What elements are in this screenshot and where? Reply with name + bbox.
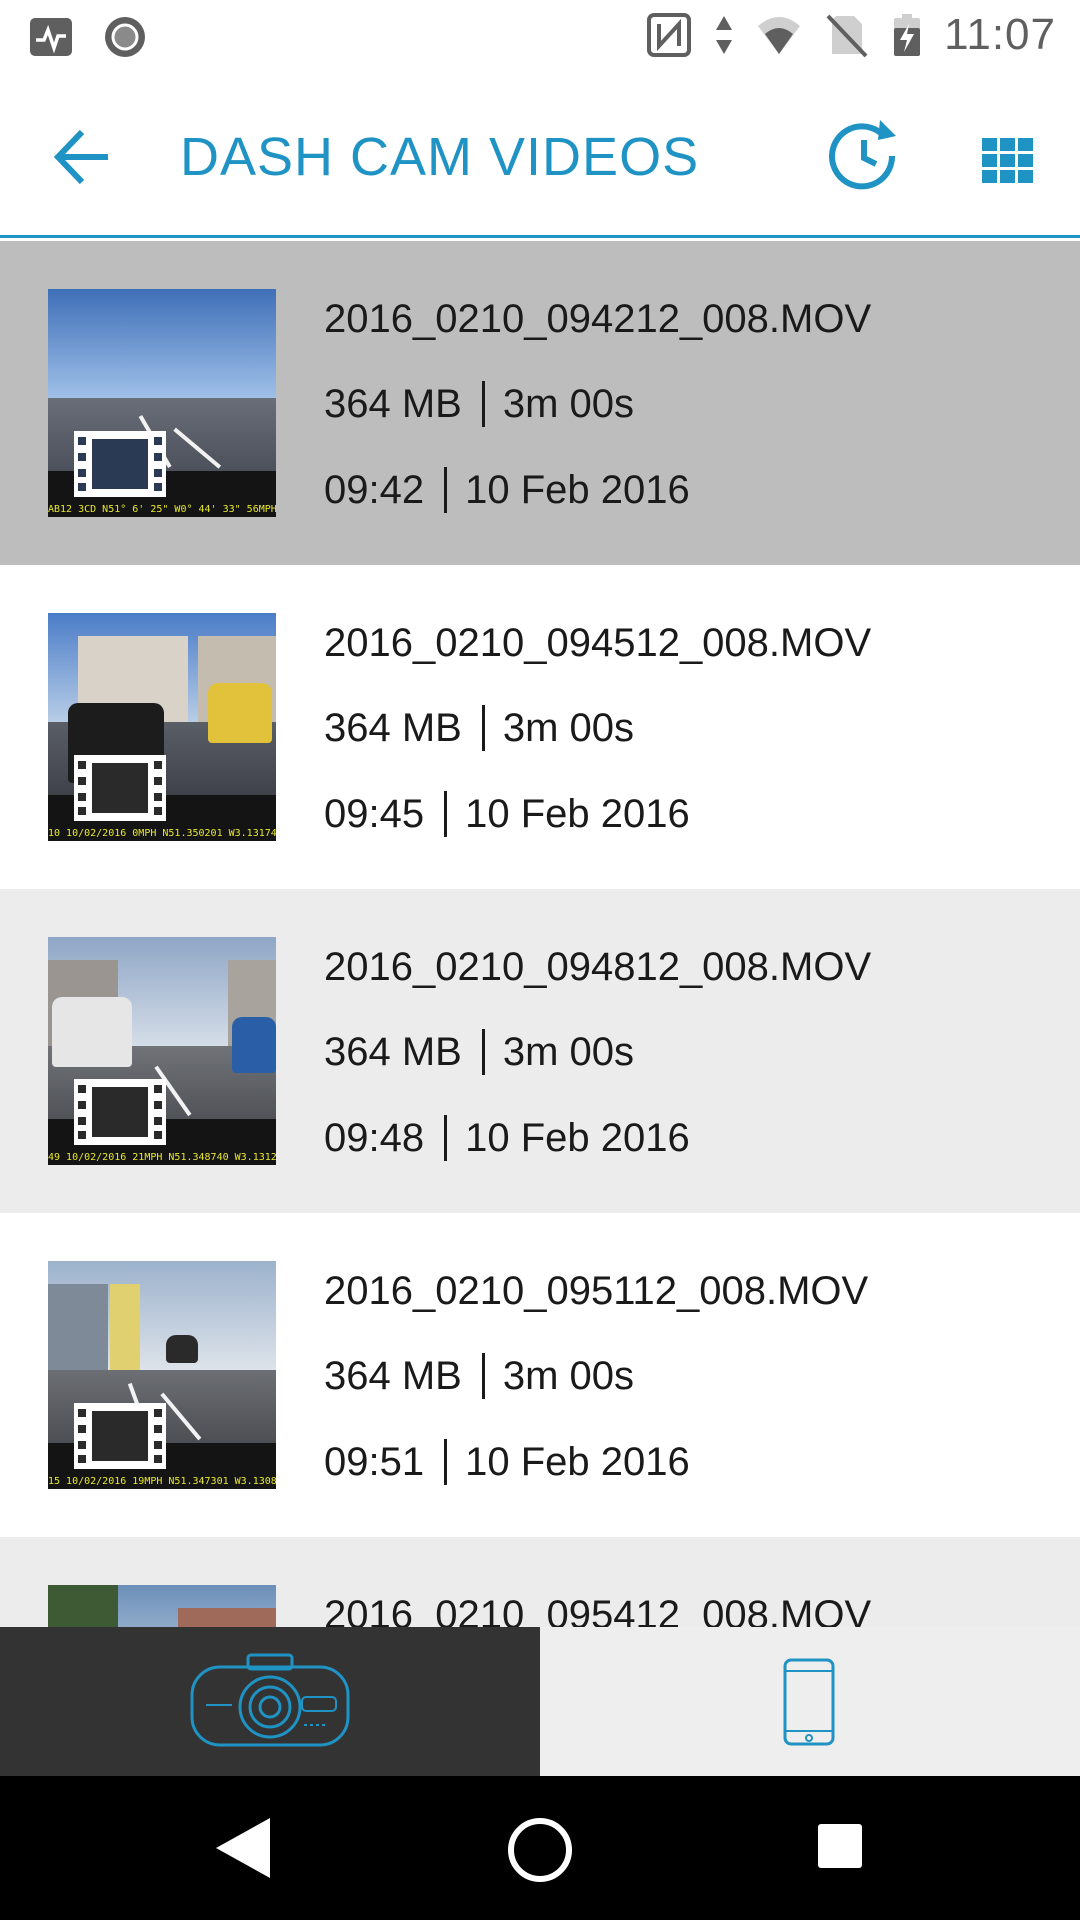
video-size: 364 MB (324, 1029, 462, 1074)
tab-phone[interactable] (540, 1627, 1080, 1776)
divider (481, 705, 485, 751)
list-item[interactable]: 15 10/02/2016 19MPH N51.347301 W3.130817… (0, 1213, 1080, 1537)
list-item[interactable]: AB12 3CD N51° 6' 25" W0° 44' 33" 56MPH 2… (0, 241, 1080, 565)
video-film-icon (74, 1079, 166, 1145)
video-film-icon (74, 755, 166, 821)
video-film-icon (74, 1403, 166, 1469)
divider (444, 1115, 448, 1161)
video-size-duration: 364 MB 3m 00s (324, 1029, 634, 1075)
divider (444, 1439, 448, 1485)
video-date: 10 Feb 2016 (465, 467, 690, 512)
list-item[interactable]: 2016_0210_095412_008.MOV (0, 1537, 1080, 1627)
video-size-duration: 364 MB 3m 00s (324, 705, 634, 751)
video-thumbnail: 15 10/02/2016 19MPH N51.347301 W3.130817 (48, 1261, 276, 1489)
video-size-duration: 364 MB 3m 00s (324, 1353, 634, 1399)
video-film-icon (74, 431, 166, 497)
home-circle-icon[interactable] (506, 1816, 574, 1884)
battery-charging-icon (894, 14, 921, 56)
video-filename: 2016_0210_094512_008.MOV (324, 621, 872, 665)
recents-square-icon[interactable] (816, 1822, 864, 1870)
divider (444, 467, 448, 513)
divider (481, 1029, 485, 1075)
back-triangle-icon[interactable] (214, 1816, 272, 1880)
page-title: DASH CAM VIDEOS (180, 127, 700, 187)
video-time-date: 09:45 10 Feb 2016 (324, 791, 690, 837)
video-size-duration: 364 MB 3m 00s (324, 381, 634, 427)
video-time: 09:48 (324, 1115, 425, 1160)
back-arrow-icon[interactable] (50, 122, 120, 192)
divider (481, 1353, 485, 1399)
video-thumbnail: AB12 3CD N51° 6' 25" W0° 44' 33" 56MPH (48, 289, 276, 517)
history-icon[interactable] (824, 116, 904, 196)
list-item[interactable]: 49 10/02/2016 21MPH N51.348740 W3.131262… (0, 889, 1080, 1213)
video-time: 09:45 (324, 791, 425, 836)
status-bar: 11:07 (0, 0, 1080, 72)
video-time: 09:51 (324, 1439, 425, 1484)
video-list[interactable]: AB12 3CD N51° 6' 25" W0° 44' 33" 56MPH 2… (0, 241, 1080, 1627)
video-duration: 3m 00s (502, 705, 635, 750)
video-thumbnail: 10 10/02/2016 0MPH N51.350201 W3.131746 (48, 613, 276, 841)
status-time: 11:07 (944, 10, 1056, 59)
no-sim-icon (826, 14, 868, 58)
list-item[interactable]: 10 10/02/2016 0MPH N51.350201 W3.131746 … (0, 565, 1080, 889)
video-date: 10 Feb 2016 (465, 1439, 690, 1484)
system-nav-bar (0, 1776, 1080, 1920)
video-duration: 3m 00s (502, 1029, 635, 1074)
video-filename: 2016_0210_094212_008.MOV (324, 297, 872, 341)
grid-view-icon[interactable] (980, 132, 1036, 188)
phone-icon (783, 1658, 835, 1746)
pulse-icon (30, 18, 72, 56)
nfc-icon (647, 13, 692, 57)
video-time-date: 09:42 10 Feb 2016 (324, 467, 690, 513)
dash-camera-icon (190, 1653, 350, 1747)
source-toggle (0, 1627, 1080, 1776)
video-size: 364 MB (324, 1353, 462, 1398)
video-filename: 2016_0210_095112_008.MOV (324, 1269, 869, 1313)
data-arrows-icon (716, 16, 733, 54)
video-thumbnail (48, 1585, 276, 1627)
tab-dash-camera[interactable] (0, 1627, 540, 1776)
video-filename: 2016_0210_095412_008.MOV (324, 1593, 872, 1627)
video-time-date: 09:51 10 Feb 2016 (324, 1439, 690, 1485)
circle-icon (105, 17, 145, 57)
video-thumbnail: 49 10/02/2016 21MPH N51.348740 W3.131262 (48, 937, 276, 1165)
divider (481, 381, 485, 427)
app-bar: DASH CAM VIDEOS (0, 72, 1080, 238)
divider (444, 791, 448, 837)
video-time: 09:42 (324, 467, 425, 512)
video-date: 10 Feb 2016 (465, 1115, 690, 1160)
video-time-date: 09:48 10 Feb 2016 (324, 1115, 690, 1161)
video-filename: 2016_0210_094812_008.MOV (324, 945, 872, 989)
wifi-icon (758, 17, 801, 54)
video-date: 10 Feb 2016 (465, 791, 690, 836)
video-duration: 3m 00s (502, 381, 635, 426)
video-size: 364 MB (324, 705, 462, 750)
video-duration: 3m 00s (502, 1353, 635, 1398)
video-size: 364 MB (324, 381, 462, 426)
